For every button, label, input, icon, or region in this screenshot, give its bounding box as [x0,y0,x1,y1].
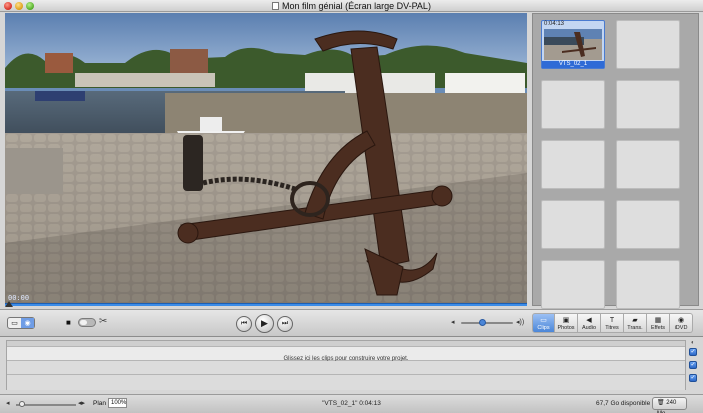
pane-button-label: Clips [537,325,550,331]
empty-clip-slot[interactable] [616,20,680,69]
volume-high-icon: ◂)) [516,319,525,326]
pane-button-idvd[interactable]: ◉ iDVD [670,313,693,333]
fullscreen-play-button[interactable]: ⏭ [277,316,293,332]
empty-clip-slot[interactable] [616,80,680,129]
pane-button-label: Effets [651,325,665,331]
empty-clip-slot[interactable] [616,260,680,309]
effects-icon: ▦ [654,317,662,324]
video-track-checkbox[interactable]: ✓ [689,348,697,356]
title-bar: Mon film génial (Écran large DV-PAL) [0,0,703,12]
audio-track-1-checkbox[interactable]: ✓ [689,361,697,369]
scissors-icon: ✂ [99,316,108,327]
pane-button-photos[interactable]: ▣ Photos [555,313,578,333]
document-icon [272,2,280,10]
clips-icon: ▭ [540,317,547,324]
playhead-thumb[interactable] [5,301,13,307]
video-track[interactable]: Glissez ici les clips pour construire vo… [7,347,685,362]
volume-slider-knob[interactable] [479,319,486,326]
pane-button-label: iDVD [674,325,688,331]
empty-clip-slot[interactable] [541,140,605,189]
clips-pane[interactable]: 0:04:13 VTS_02_1 [532,13,699,309]
titles-icon: T [609,317,615,324]
timeline-view-icon[interactable]: ◉ [21,318,34,328]
status-bar: ◂ ◂▸ Plan 100% "VTS_02_1" 0:04:13 67,7 G… [0,394,703,413]
volume-slider[interactable] [461,319,513,326]
clip-duration: 0:04:13 [544,21,565,27]
empty-clip-slot[interactable] [616,140,680,189]
pane-button-label: Titres [605,325,619,331]
idvd-icon: ◉ [677,317,685,324]
audio-track-1[interactable] [7,361,685,375]
pane-button-trans[interactable]: ▰ Trans. [624,313,647,333]
empty-clip-slot[interactable] [616,200,680,249]
pane-button-clips[interactable]: ▭ Clips [532,313,555,333]
pane-button-label: Trans. [627,325,643,331]
playhead-scrubber-bar[interactable] [5,301,527,307]
volume-low-icon: ◂ [451,319,455,326]
audio-icon: ◀ [586,317,592,324]
camera-edit-mode-switch[interactable] [78,318,96,327]
clip-view-icon[interactable]: ▭ [8,318,21,328]
clip-thumbnail [544,29,602,60]
empty-clip-slot[interactable] [541,80,605,129]
trash-button[interactable]: 🗑 240 Mo [652,397,687,413]
empty-clip-slot[interactable] [541,260,605,309]
audio-track-2-checkbox[interactable]: ✓ [689,374,697,382]
clip-item[interactable]: 0:04:13 VTS_02_1 [541,20,605,69]
camera-icon: ■ [66,318,71,327]
pane-buttons: ▭ Clips ▣ Photos ◀ Audio T Titres ▰ Trans. ▦ Effets… [532,313,696,333]
video-frame-image [5,13,527,303]
photos-icon: ▣ [562,317,570,324]
play-button[interactable]: ▶ [255,314,274,333]
pane-button-effets[interactable]: ▦ Effets [647,313,670,333]
track-icon: ◐ [691,340,695,346]
transitions-icon: ▰ [632,317,638,324]
clip-thumbnail-image [544,29,602,60]
clip-name: VTS_02_1 [542,61,604,68]
window-title-wrap: Mon film génial (Écran large DV-PAL) [0,1,703,11]
video-viewer[interactable]: 00:00 [5,13,527,303]
disk-space-text: 67,7 Go disponible [596,400,651,407]
view-mode-toggle[interactable]: ▭ ◉ [7,317,35,329]
playback-controls-bar: ▭ ◉ ■ ✂ ⏮ ▶ ⏭ ◂ ◂)) ▭ Clips ▣ Photos ◀ Audio T… [0,309,703,337]
window-title: Mon film génial (Écran large DV-PAL) [282,1,431,11]
audio-track-2[interactable] [7,375,685,390]
track-checkboxes: ✓ ✓ ✓ [689,348,697,387]
pane-button-titres[interactable]: T Titres [601,313,624,333]
rewind-button[interactable]: ⏮ [236,316,252,332]
pane-button-label: Audio [581,325,597,331]
clip-grid: 0:04:13 VTS_02_1 [541,20,694,309]
pane-button-audio[interactable]: ◀ Audio [578,313,601,333]
pane-button-label: Photos [557,325,575,331]
empty-clip-slot[interactable] [541,200,605,249]
trash-icon: 🗑 [657,400,665,406]
timeline[interactable]: Glissez ici les clips pour construire vo… [6,340,686,390]
